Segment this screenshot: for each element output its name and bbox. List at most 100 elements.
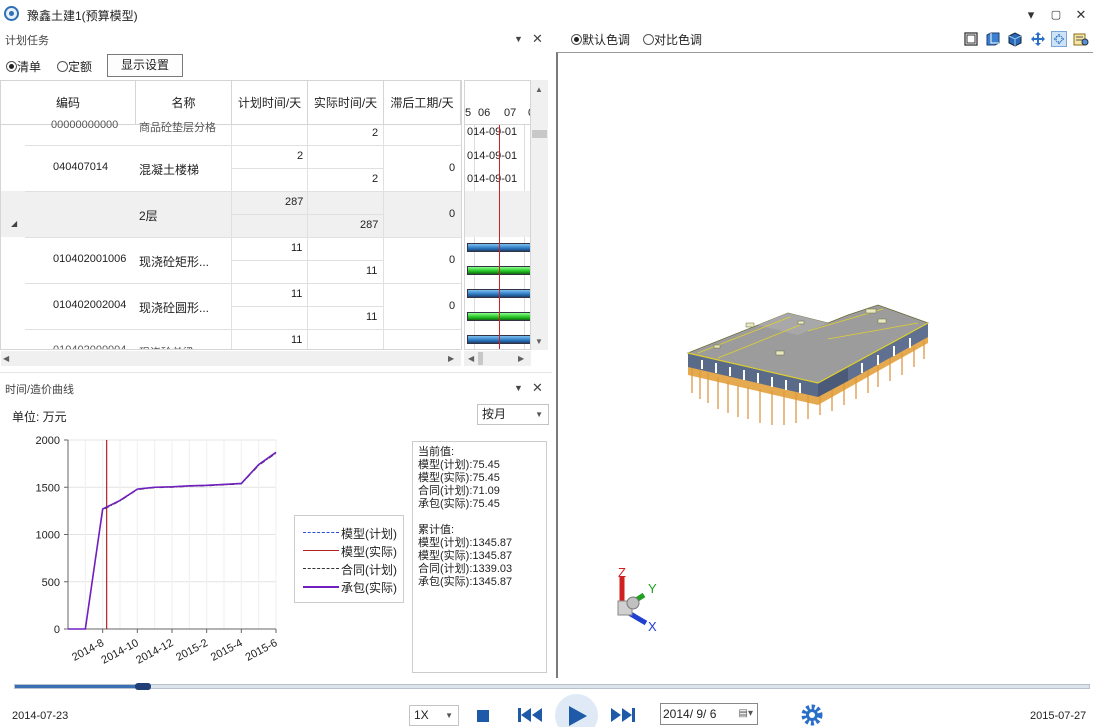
- iso-view-icon[interactable]: [1007, 31, 1023, 47]
- skip-forward-button[interactable]: [610, 706, 636, 724]
- gantt-header-day: 07: [504, 107, 517, 119]
- scroll-thumb[interactable]: [478, 352, 483, 365]
- column-header-plan[interactable]: 计划时间/天: [232, 81, 308, 125]
- x-tick-label: 2015-4: [209, 637, 245, 664]
- y-tick-label: 2000: [36, 435, 60, 447]
- table-hscrollbar[interactable]: [1, 351, 461, 366]
- mode-quota-label: 定额: [68, 60, 93, 74]
- row-4-name: 现浇砼圆形...: [139, 301, 210, 315]
- y-tick-label: 500: [42, 577, 60, 589]
- mode-quota-radio[interactable]: 定额: [57, 58, 92, 75]
- gantt-date-label: 014-09-01: [467, 150, 518, 162]
- y-tick-label: 1500: [36, 482, 60, 494]
- timeline-track[interactable]: [14, 684, 1090, 689]
- stop-button[interactable]: [477, 710, 489, 722]
- row-0-code-partial: 00000000000: [51, 119, 119, 131]
- side-view-icon[interactable]: [985, 31, 1001, 47]
- contrast-color-label: 对比色调: [654, 33, 703, 47]
- scroll-left-icon[interactable]: ◀: [468, 354, 474, 363]
- cumulative-value: 合同(计划):1339.03: [418, 563, 513, 575]
- cumulative-value: 模型(计划):1345.87: [418, 537, 513, 549]
- curve-panel-title: 时间/造价曲线: [5, 384, 75, 396]
- minimize-button[interactable]: ▾: [1021, 5, 1041, 25]
- curve-panel-close-icon[interactable]: ✕: [532, 380, 543, 396]
- model-viewport[interactable]: Z Y X: [556, 52, 1093, 678]
- cumulative-value: 承包(实际):1345.87: [418, 576, 513, 588]
- date-picker[interactable]: 2014/ 9/ 6 ▤▾: [660, 703, 758, 725]
- default-color-label: 默认色调: [582, 33, 631, 47]
- mode-list-label: 清单: [17, 60, 42, 74]
- axis-x-label: X: [648, 619, 657, 634]
- title-bar: [0, 0, 1093, 30]
- scroll-down-icon[interactable]: ▼: [535, 337, 543, 346]
- row-1-name: 混凝土楼梯: [139, 163, 200, 177]
- speed-select[interactable]: 1X ▼: [409, 705, 459, 726]
- radio-unchecked-icon: [643, 34, 654, 45]
- close-button[interactable]: ✕: [1071, 5, 1091, 25]
- calendar-icon[interactable]: ▤▾: [739, 704, 753, 724]
- chart-legend: 模型(计划) 模型(实际) 合同(计划) 承包(实际): [294, 515, 404, 603]
- task-panel-title: 计划任务: [5, 35, 49, 47]
- task-panel-close-icon[interactable]: ✕: [532, 31, 543, 47]
- values-panel: 当前值: 模型(计划):75.45 模型(实际):75.45 合同(计划):71…: [412, 441, 547, 673]
- date-value: 2014/ 9/ 6: [663, 707, 717, 721]
- scroll-left-icon[interactable]: ◀: [3, 354, 9, 363]
- column-header-actual[interactable]: 实际时间/天: [308, 81, 384, 125]
- display-settings-button[interactable]: 显示设置: [107, 54, 183, 77]
- play-icon: [569, 706, 587, 726]
- gantt-date-label: 014-09-01: [467, 173, 518, 185]
- cumulative-value: 模型(实际):1345.87: [418, 550, 513, 562]
- axis-y-label: Y: [648, 581, 657, 596]
- scroll-right-icon[interactable]: ▶: [448, 354, 454, 363]
- row-expand-icon[interactable]: ◢: [11, 219, 17, 228]
- timeline-progress: [15, 685, 145, 688]
- scroll-right-icon[interactable]: ▶: [518, 354, 524, 363]
- y-tick-label: 0: [54, 624, 60, 636]
- mode-list-radio[interactable]: 清单: [6, 58, 41, 75]
- properties-icon[interactable]: [1073, 31, 1089, 47]
- current-title: 当前值:: [418, 446, 455, 458]
- scroll-up-icon[interactable]: ▲: [535, 85, 543, 94]
- row-2-name: 2层: [139, 209, 158, 223]
- play-button[interactable]: [555, 694, 598, 727]
- current-value: 模型(计划):75.45: [418, 459, 500, 471]
- gantt-header-day: 06: [478, 107, 491, 119]
- zoom-extents-icon[interactable]: [1051, 31, 1067, 47]
- column-header-lag[interactable]: 滞后工期/天: [384, 81, 461, 125]
- row-4-lag: 0: [449, 300, 456, 312]
- row-2-actual: 287: [360, 219, 379, 231]
- gantt-vscrollbar[interactable]: [531, 80, 548, 350]
- x-tick-label: 2015-6: [244, 637, 280, 664]
- period-value: 按月: [482, 407, 507, 421]
- gantt-date-label: 014-09-01: [467, 126, 518, 138]
- task-panel-menu-icon[interactable]: ▼: [514, 34, 523, 44]
- skip-back-button[interactable]: [517, 706, 543, 724]
- timeline-thumb[interactable]: [135, 683, 152, 690]
- scroll-thumb[interactable]: [532, 130, 547, 138]
- chevron-down-icon: ▼: [445, 711, 453, 720]
- start-date: 2014-07-23: [12, 710, 69, 722]
- x-tick-label: 2014-12: [134, 637, 175, 667]
- pan-icon[interactable]: [1030, 31, 1046, 47]
- period-select[interactable]: 按月 ▼: [477, 404, 549, 425]
- settings-gear-icon[interactable]: [800, 703, 824, 727]
- axis-triad-icon: [617, 577, 648, 626]
- legend-item: 承包(实际): [301, 578, 401, 596]
- chevron-down-icon: ▼: [535, 410, 543, 419]
- app-logo-icon: [4, 6, 19, 21]
- current-value: 模型(实际):75.45: [418, 472, 500, 484]
- row-1-actual: 2: [372, 173, 379, 185]
- legend-label: 模型(实际): [341, 545, 397, 559]
- row-5-code-partial: 010402000004: [53, 344, 127, 350]
- row-4-code: 010402002004: [53, 299, 127, 311]
- legend-item: 合同(计划): [301, 560, 401, 578]
- curve-panel-menu-icon[interactable]: ▼: [514, 383, 523, 393]
- restore-button[interactable]: ▢: [1046, 5, 1066, 25]
- row-4-plan: 11: [291, 288, 303, 300]
- default-color-radio[interactable]: 默认色调: [571, 31, 630, 48]
- row-3-actual: 11: [366, 265, 378, 277]
- front-view-icon[interactable]: [963, 31, 979, 47]
- x-tick-label: 2014-10: [99, 637, 140, 667]
- y-tick-label: 1000: [36, 530, 60, 542]
- contrast-color-radio[interactable]: 对比色调: [643, 31, 702, 48]
